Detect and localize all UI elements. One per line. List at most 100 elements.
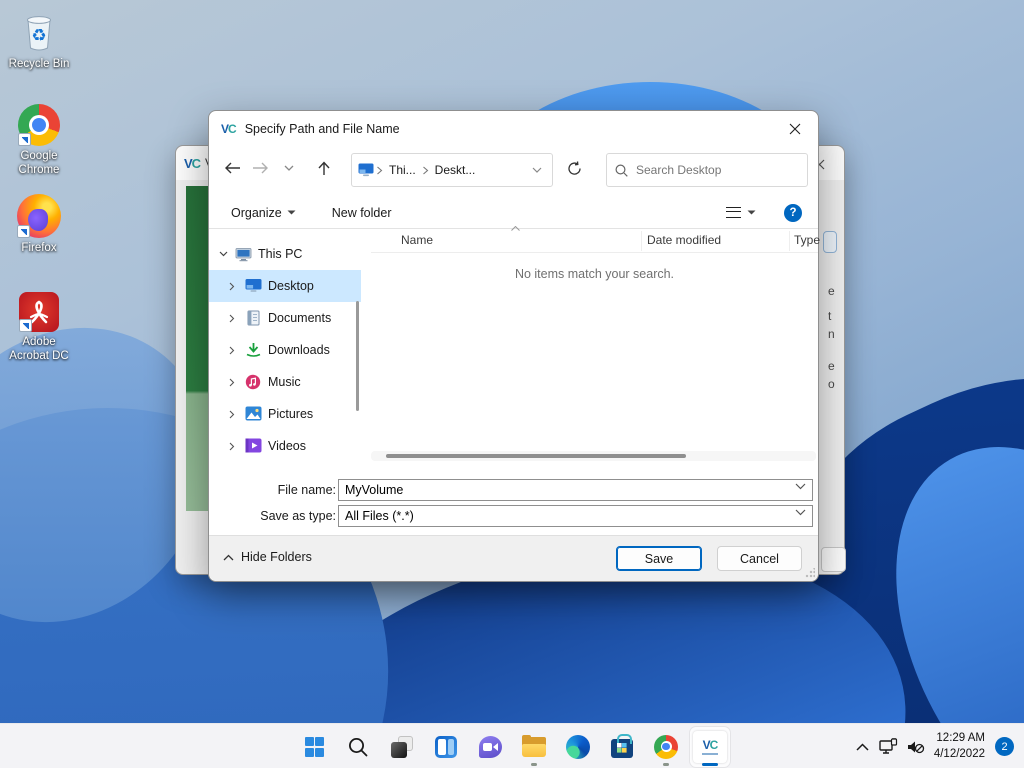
organize-menu-button[interactable]: Organize [225, 202, 302, 224]
sidebar-item-pictures[interactable]: Pictures [209, 398, 361, 430]
new-folder-button[interactable]: New folder [326, 202, 398, 224]
breadcrumb-this-pc[interactable]: Thi... [385, 163, 420, 177]
sidebar-item-music[interactable]: Music [209, 366, 361, 398]
sort-ascending-icon [511, 226, 520, 231]
file-name-label: File name: [216, 483, 336, 497]
taskbar-clock[interactable]: 12:29 AM 4/12/2022 [930, 729, 989, 764]
task-view-button[interactable] [382, 727, 422, 767]
column-header-type[interactable]: Type [794, 233, 820, 247]
widgets-button[interactable] [426, 727, 466, 767]
background-text-fragment: o [828, 377, 835, 391]
new-folder-label: New folder [332, 206, 392, 220]
desktop-icon-adobe-acrobat[interactable]: Adobe Acrobat DC [3, 292, 75, 363]
save-as-type-value: All Files (*.*) [345, 509, 414, 523]
column-divider[interactable] [641, 231, 642, 251]
show-hidden-icons-button[interactable] [851, 729, 874, 765]
desktop-icon-label: Firefox [3, 241, 75, 255]
running-indicator [531, 763, 537, 766]
address-breadcrumb-bar[interactable]: Thi... Deskt... [351, 153, 553, 187]
volume-muted-icon [906, 739, 925, 755]
save-file-dialog[interactable]: VC Specify Path and File Name Thi... [208, 110, 819, 582]
desktop-icon-google-chrome[interactable]: Google Chrome [3, 104, 75, 177]
recent-locations-button[interactable] [279, 154, 299, 182]
file-name-dropdown-icon[interactable] [795, 483, 806, 490]
widgets-icon [435, 736, 457, 758]
chat-button[interactable] [470, 727, 510, 767]
search-field[interactable] [606, 153, 808, 187]
address-dropdown-icon[interactable] [532, 167, 542, 173]
teams-chat-icon [479, 736, 502, 758]
chevron-collapsed-icon[interactable] [229, 442, 239, 451]
cancel-button[interactable]: Cancel [717, 546, 802, 571]
taskbar: VC 12:29 AM 4/12/2022 2 [0, 723, 1024, 768]
breadcrumb-desktop[interactable]: Deskt... [431, 163, 480, 177]
chevron-collapsed-icon[interactable] [229, 314, 239, 323]
chevron-down-icon [287, 210, 296, 215]
resize-grip[interactable] [805, 568, 815, 578]
save-button[interactable]: Save [616, 546, 702, 571]
column-divider[interactable] [789, 231, 790, 251]
forward-button[interactable] [246, 154, 274, 182]
clock-time: 12:29 AM [934, 731, 985, 747]
sidebar-item-label: Music [268, 375, 301, 389]
sidebar-item-desktop[interactable]: Desktop [209, 270, 361, 302]
refresh-button[interactable] [560, 154, 588, 182]
chevron-collapsed-icon[interactable] [229, 346, 239, 355]
sidebar-item-label: Videos [268, 439, 306, 453]
back-button[interactable] [218, 154, 246, 182]
sidebar-scrollbar[interactable] [356, 301, 359, 411]
dialog-close-button[interactable] [772, 111, 818, 147]
horizontal-scrollbar[interactable] [371, 451, 816, 461]
dialog-footer: Hide Folders Save Cancel [209, 535, 818, 581]
active-running-indicator [702, 763, 718, 766]
background-window-partial-button[interactable] [821, 547, 846, 572]
desktop-icon-label: Recycle Bin [3, 57, 75, 71]
acrobat-icon [19, 292, 59, 332]
sidebar-item-label: Pictures [268, 407, 313, 421]
chevron-collapsed-icon[interactable] [229, 282, 239, 291]
sidebar-item-this-pc[interactable]: This PC [209, 238, 361, 270]
background-text-fragment: e [828, 359, 835, 373]
dialog-titlebar[interactable]: VC Specify Path and File Name [209, 111, 818, 147]
notification-count-badge[interactable]: 2 [995, 737, 1014, 756]
chevron-collapsed-icon[interactable] [229, 378, 239, 387]
desktop-icon-label: Google Chrome [3, 149, 75, 177]
taskbar-search-button[interactable] [338, 727, 378, 767]
file-name-input[interactable] [338, 479, 813, 501]
sidebar-item-videos[interactable]: Videos [209, 430, 361, 462]
chevron-up-icon [223, 554, 234, 561]
column-header-name[interactable]: Name [401, 233, 433, 247]
column-header-date-modified[interactable]: Date modified [647, 233, 721, 247]
file-explorer-button[interactable] [514, 727, 554, 767]
chevron-expanded-icon[interactable] [219, 251, 229, 257]
organize-label: Organize [231, 206, 282, 220]
sidebar-item-documents[interactable]: Documents [209, 302, 361, 334]
system-tray-status[interactable] [874, 729, 930, 765]
save-as-type-dropdown-icon[interactable] [795, 509, 806, 516]
microsoft-store-button[interactable] [602, 727, 642, 767]
music-folder-icon [245, 374, 262, 390]
navigation-pane: This PC Desktop [209, 229, 369, 463]
cancel-button-label: Cancel [740, 552, 779, 566]
shortcut-arrow-icon [18, 133, 31, 146]
save-as-type-row: Save as type: All Files (*.*) [209, 505, 818, 527]
hide-folders-button[interactable]: Hide Folders [223, 550, 312, 564]
help-button[interactable]: ? [784, 204, 802, 222]
start-button[interactable] [294, 727, 334, 767]
veracrypt-taskbar-button[interactable]: VC [690, 727, 730, 767]
up-button[interactable] [310, 154, 338, 182]
sidebar-item-downloads[interactable]: Downloads [209, 334, 361, 366]
chrome-taskbar-button[interactable] [646, 727, 686, 767]
search-icon [347, 736, 369, 758]
videos-folder-icon [245, 438, 262, 454]
desktop-icon-firefox[interactable]: Firefox [3, 194, 75, 255]
view-options-button[interactable] [726, 207, 756, 218]
file-list-pane: Name Date modified Type No items match y… [371, 229, 818, 463]
desktop-icon-recycle-bin[interactable]: ♻ Recycle Bin [3, 10, 75, 71]
save-as-type-select[interactable]: All Files (*.*) [338, 505, 813, 527]
horizontal-scrollbar-thumb[interactable] [386, 454, 686, 458]
edge-button[interactable] [558, 727, 598, 767]
chevron-collapsed-icon[interactable] [229, 410, 239, 419]
search-input[interactable] [636, 163, 786, 177]
empty-list-message: No items match your search. [371, 267, 818, 281]
